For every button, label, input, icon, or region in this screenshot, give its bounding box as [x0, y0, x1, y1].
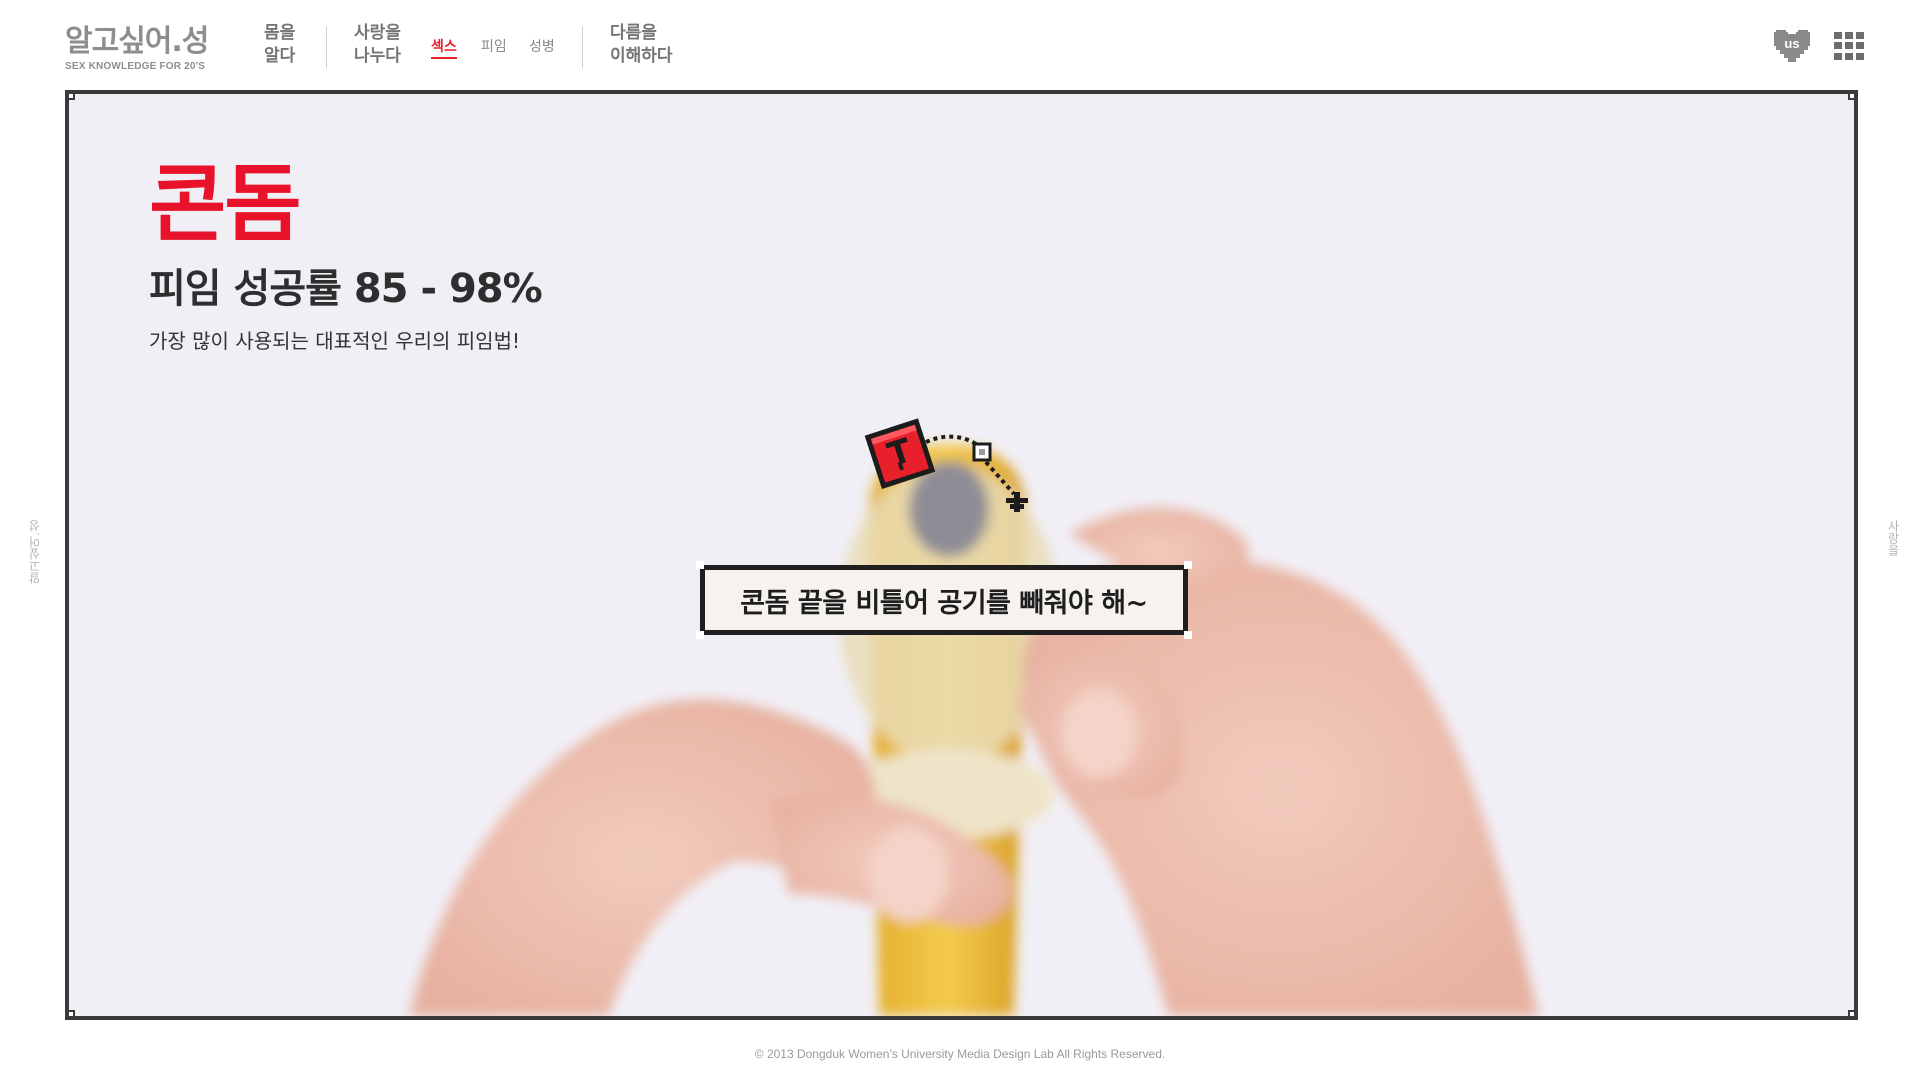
nav-sub-sex[interactable]: 섹스: [431, 36, 457, 59]
main-stage: 콘돔 피임 성공률 85 - 98% 가장 많이 사용되는 대표적인 우리의 피…: [65, 90, 1858, 1020]
nav-item-love[interactable]: 사랑을 나누다: [354, 22, 401, 68]
site-logo[interactable]: 알고싶어.성 SEX KNOWLEDGE FOR 20'S: [65, 24, 209, 72]
logo-subtitle: SEX KNOWLEDGE FOR 20'S: [65, 61, 206, 72]
nav-sub-contraception[interactable]: 피임: [481, 36, 507, 56]
speech-text: 콘돔 끝을 비틀어 공기를 빼줘야 해~: [740, 587, 1148, 619]
nav-divider: [326, 26, 327, 68]
footer-copyright: © 2013 Dongduk Women's University Media …: [754, 1047, 1166, 1061]
us-heart-icon[interactable]: us: [1772, 26, 1812, 62]
nav-item-body-line1: 몸을: [264, 23, 296, 43]
frame-corner: [1848, 94, 1854, 100]
side-label-right[interactable]: 사랑을: [1885, 520, 1902, 556]
nav-item-body-line2: 알다: [264, 46, 296, 66]
speech-corner: [1184, 561, 1192, 569]
nav-item-love-line1: 사랑을: [354, 23, 401, 43]
video-background: [69, 94, 1854, 1016]
nav-item-body[interactable]: 몸을 알다: [264, 22, 295, 68]
nav-divider: [582, 26, 583, 68]
speech-bubble: 콘돔 끝을 비틀어 공기를 빼줘야 해~: [696, 561, 1192, 639]
success-rate: 피임 성공률 85 - 98%: [149, 266, 543, 312]
speech-corner: [696, 631, 704, 639]
frame-corner: [69, 94, 75, 100]
frame-corner: [1848, 1010, 1854, 1016]
nav-sub-std[interactable]: 성병: [529, 36, 555, 56]
nav-item-love-line2: 나누다: [354, 46, 401, 66]
description: 가장 많이 사용되는 대표적인 우리의 피임법!: [149, 329, 521, 353]
page-title: 콘돔: [149, 155, 302, 253]
grid-menu-icon[interactable]: [1834, 32, 1864, 60]
speech-corner: [1184, 631, 1192, 639]
svg-text:us: us: [1784, 36, 1799, 51]
pixel-arrow-icon: [1006, 492, 1028, 512]
logo-title: 알고싶어.성: [65, 24, 209, 59]
frame-corner: [69, 1010, 75, 1016]
nav-item-difference[interactable]: 다름을 이해하다: [610, 22, 673, 68]
pin-sticker-icon: [864, 418, 1028, 512]
nav-item-difference-line1: 다름을: [610, 23, 657, 43]
nav-item-difference-line2: 이해하다: [610, 46, 673, 66]
speech-corner: [696, 561, 704, 569]
side-label-left[interactable]: 알고싶어.성: [26, 520, 43, 584]
